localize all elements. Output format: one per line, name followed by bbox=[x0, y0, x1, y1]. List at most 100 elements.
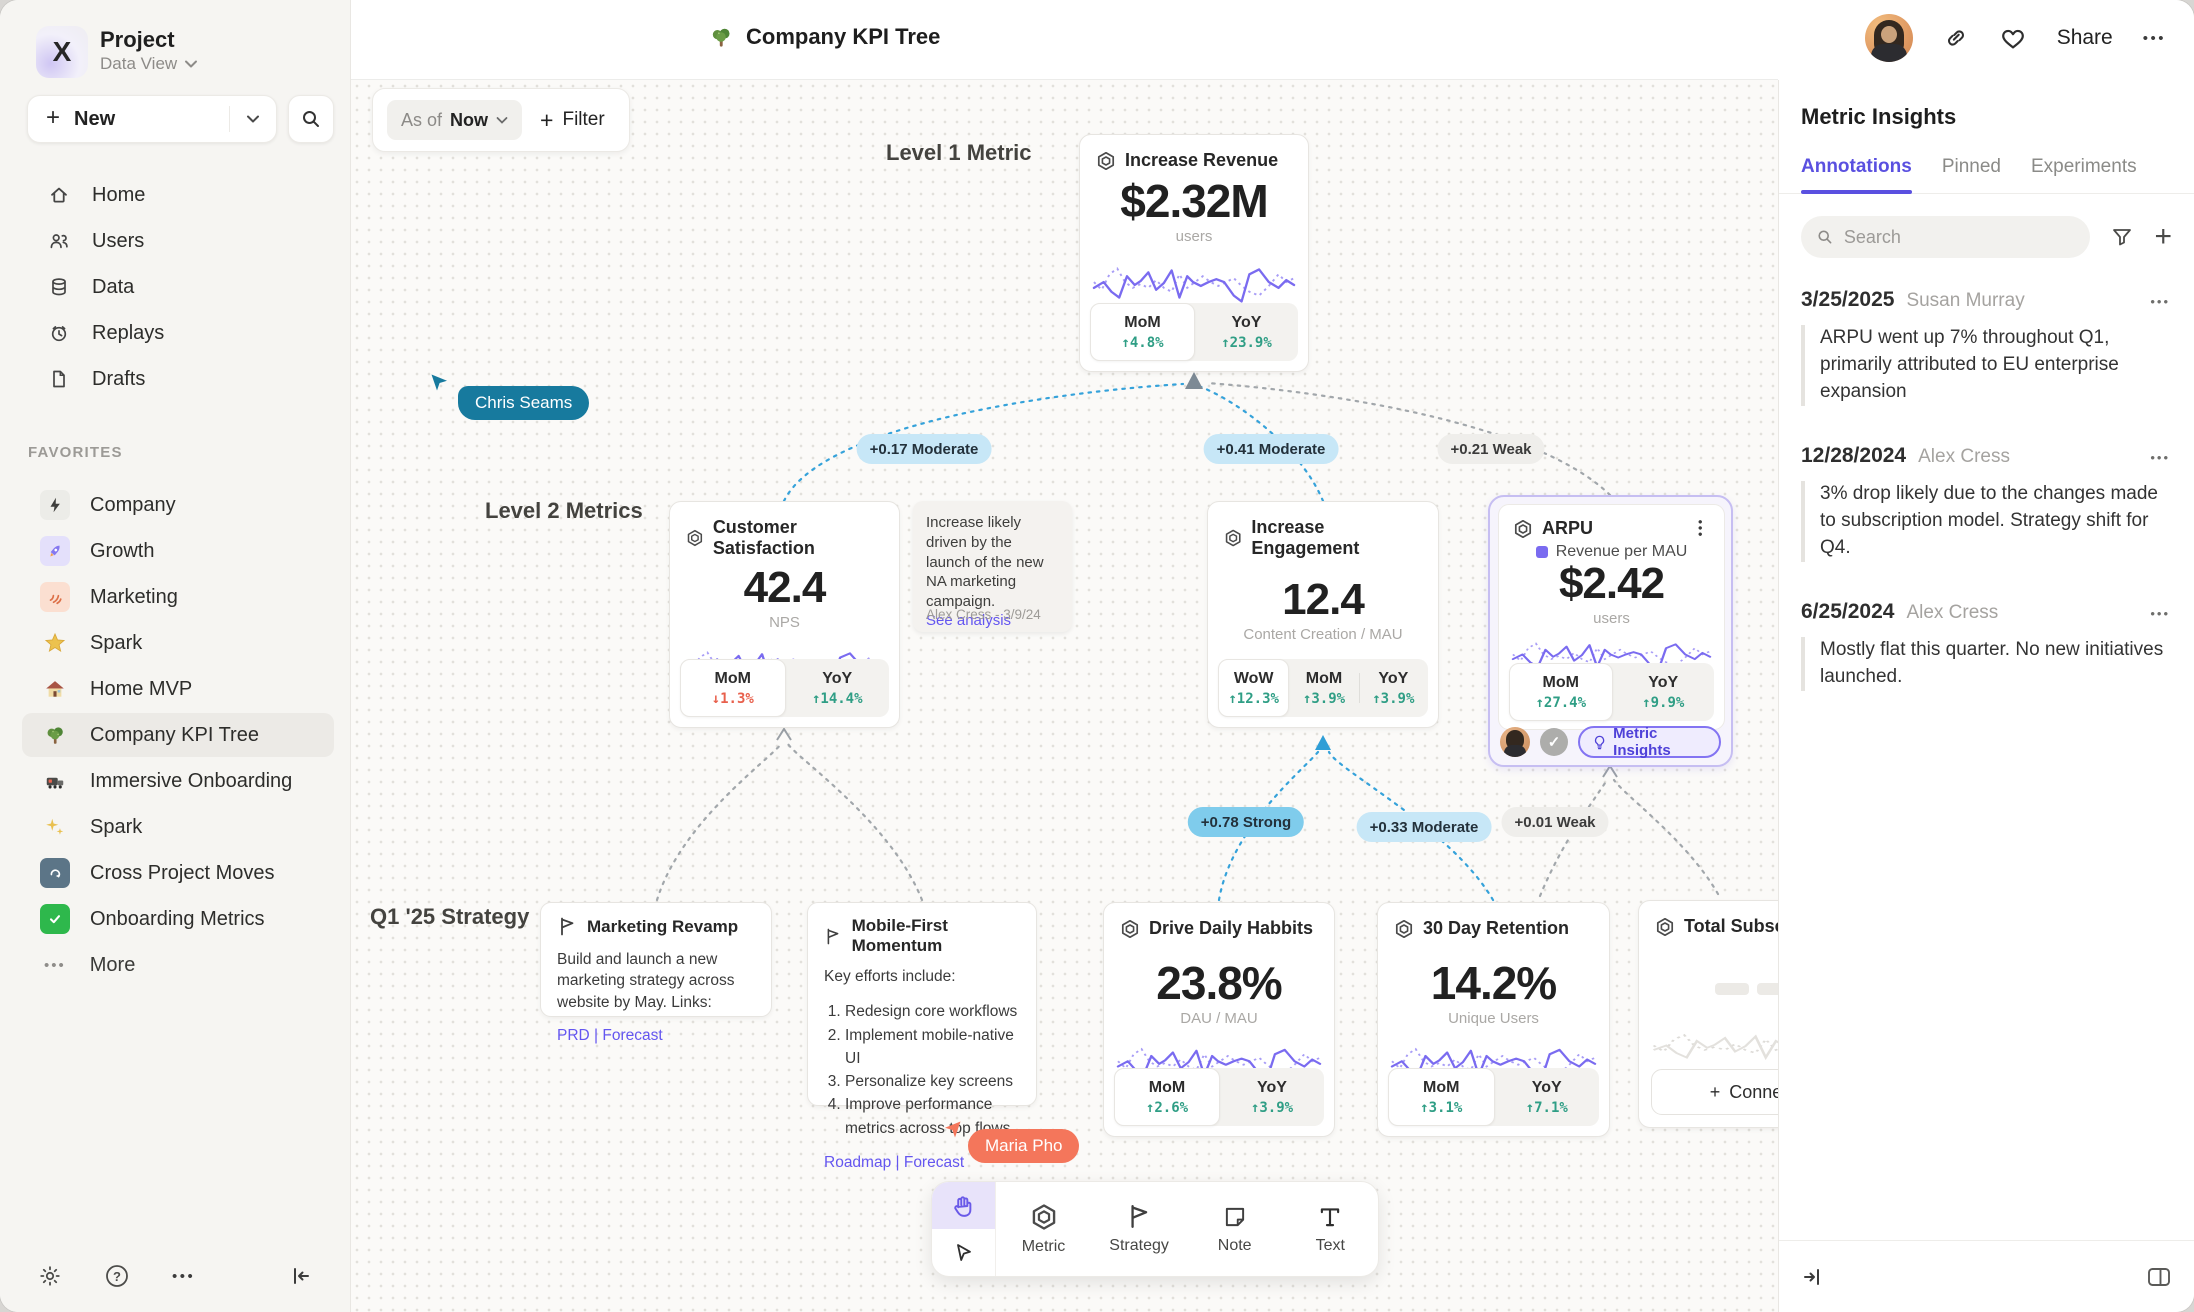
tab-experiments[interactable]: Experiments bbox=[2031, 156, 2137, 193]
app-window: X Project Data View + New Home Users bbox=[0, 0, 2194, 1312]
annotation-item[interactable]: 12/28/2024 Alex Cress ••• 3% drop likely… bbox=[1801, 444, 2170, 562]
canvas-toolbar: Metric Strategy Note Text bbox=[931, 1181, 1379, 1277]
split-view-icon[interactable] bbox=[2146, 1265, 2172, 1289]
metric-tool-button[interactable]: Metric bbox=[996, 1182, 1092, 1276]
stat-yoy[interactable]: YoY↑7.1% bbox=[1495, 1068, 1600, 1126]
sidebar-footer: ? ••• bbox=[0, 1240, 350, 1312]
search-icon bbox=[300, 108, 322, 130]
canvas-annotation-note[interactable]: Increase likely driven by the launch of … bbox=[913, 501, 1072, 632]
metric-card-total-subscriptions[interactable]: Total Subscript +Connect bbox=[1638, 900, 1778, 1128]
stat-yoy[interactable]: YoY↑14.4% bbox=[786, 659, 890, 717]
cursor-name-label: Chris Seams bbox=[458, 386, 589, 420]
metric-card-increase-revenue[interactable]: Increase Revenue $2.32M users MoM↑4.8% Y… bbox=[1079, 134, 1309, 372]
sidebar-item-immersive-onboarding[interactable]: Immersive Onboarding bbox=[0, 758, 350, 804]
filter-button[interactable]: + Filter bbox=[540, 107, 605, 134]
database-icon bbox=[48, 276, 70, 298]
text-tool-button[interactable]: Text bbox=[1282, 1182, 1378, 1276]
sidebar-item-cross-project-moves[interactable]: Cross Project Moves bbox=[0, 850, 350, 896]
sidebar-item-home[interactable]: Home bbox=[0, 172, 350, 218]
kebab-menu-icon[interactable]: ••• bbox=[1694, 519, 1708, 538]
sidebar-item-spark[interactable]: Spark bbox=[0, 620, 350, 666]
annotations-search[interactable] bbox=[1801, 216, 2090, 258]
annotation-item[interactable]: 6/25/2024 Alex Cress ••• Mostly flat thi… bbox=[1801, 600, 2170, 691]
share-button[interactable]: Share bbox=[2057, 26, 2113, 50]
ellipsis-icon[interactable]: ••• bbox=[2150, 450, 2170, 465]
more-options-icon[interactable]: ••• bbox=[2143, 30, 2166, 47]
stat-yoy[interactable]: YoY↑3.9% bbox=[1220, 1068, 1324, 1126]
placeholder-bars bbox=[1639, 983, 1778, 995]
filter-funnel-icon[interactable] bbox=[2110, 225, 2134, 249]
add-annotation-icon[interactable]: + bbox=[2154, 220, 2172, 254]
tab-pinned[interactable]: Pinned bbox=[1942, 156, 2001, 193]
stat-yoy[interactable]: YoY↑3.9% bbox=[1359, 659, 1428, 717]
stat-mom[interactable]: MoM↓1.3% bbox=[680, 659, 786, 717]
sidebar-item-home-mvp[interactable]: Home MVP bbox=[0, 666, 350, 712]
chevron-down-icon bbox=[496, 116, 508, 125]
connect-data-button[interactable]: +Connect bbox=[1651, 1069, 1778, 1115]
sidebar-search-button[interactable] bbox=[288, 95, 334, 143]
sidebar-item-company-kpi-tree[interactable]: Company KPI Tree bbox=[0, 712, 350, 758]
users-icon bbox=[48, 230, 70, 252]
sidebar-item-company[interactable]: Company bbox=[0, 482, 350, 528]
settings-gear-icon[interactable] bbox=[38, 1264, 62, 1288]
metric-card-increase-engagement[interactable]: Increase Engagement 12.4 Content Creatio… bbox=[1207, 501, 1439, 728]
collapse-panel-icon[interactable] bbox=[1801, 1265, 1825, 1289]
metric-hexagon-icon bbox=[1120, 919, 1140, 939]
annotations-list: 3/25/2025 Susan Murray ••• ARPU went up … bbox=[1779, 258, 2194, 691]
metric-card-arpu-selected[interactable]: ARPU ••• Revenue per MAU $2.42 users MoM… bbox=[1488, 495, 1733, 767]
chevron-down-icon bbox=[184, 59, 198, 69]
stat-mom[interactable]: MoM↑2.6% bbox=[1114, 1068, 1220, 1126]
metric-card-30-day-retention[interactable]: 30 Day Retention 14.2% Unique Users MoM↑… bbox=[1377, 902, 1610, 1137]
strategy-note-mobile-first-momentum[interactable]: Mobile-First Momentum Key efforts includ… bbox=[807, 902, 1037, 1106]
stat-yoy[interactable]: YoY↑9.9% bbox=[1613, 663, 1715, 721]
metric-card-customer-satisfaction[interactable]: Customer Satisfaction 42.4 NPS MoM↓1.3% … bbox=[669, 501, 900, 728]
copy-link-icon[interactable] bbox=[1943, 25, 1969, 51]
stat-mom[interactable]: MoM↑27.4% bbox=[1509, 663, 1613, 721]
kpi-tree-canvas[interactable]: As of Now + Filter Level 1 Metric Level … bbox=[351, 80, 1778, 1312]
note-tool-button[interactable]: Note bbox=[1187, 1182, 1283, 1276]
metric-unit: users bbox=[1499, 610, 1724, 627]
metric-insights-chip[interactable]: Metric Insights bbox=[1578, 726, 1721, 758]
help-icon[interactable]: ? bbox=[104, 1263, 130, 1289]
note-links[interactable]: PRD | Forecast bbox=[557, 1027, 755, 1045]
ellipsis-icon[interactable]: ••• bbox=[2150, 294, 2170, 309]
new-button[interactable]: + New bbox=[27, 95, 277, 143]
annotation-item[interactable]: 3/25/2025 Susan Murray ••• ARPU went up … bbox=[1801, 288, 2170, 406]
as-of-selector[interactable]: As of Now bbox=[387, 100, 522, 140]
swirl-icon bbox=[40, 858, 70, 888]
metric-card-drive-daily-habbits[interactable]: Drive Daily Habbits 23.8% DAU / MAU MoM↑… bbox=[1103, 902, 1335, 1137]
sidebar-item-growth[interactable]: Growth bbox=[0, 528, 350, 574]
sidebar-item-onboarding-metrics[interactable]: Onboarding Metrics bbox=[0, 896, 350, 942]
flag-icon bbox=[1126, 1203, 1152, 1230]
stat-yoy[interactable]: YoY↑23.9% bbox=[1195, 303, 1298, 361]
sidebar-item-users[interactable]: Users bbox=[0, 218, 350, 264]
strategy-tool-button[interactable]: Strategy bbox=[1091, 1182, 1187, 1276]
sidebar-item-drafts[interactable]: Drafts bbox=[0, 356, 350, 402]
sidebar-more-options-icon[interactable]: ••• bbox=[172, 1268, 195, 1285]
new-dropdown-chevron-icon[interactable] bbox=[230, 114, 276, 124]
note-links[interactable]: Roadmap | Forecast bbox=[824, 1154, 1020, 1172]
ellipsis-icon[interactable]: ••• bbox=[2150, 606, 2170, 621]
sidebar-item-more[interactable]: ••• More bbox=[0, 942, 350, 988]
sidebar: X Project Data View + New Home Users bbox=[0, 0, 351, 1312]
search-input[interactable] bbox=[1844, 227, 2076, 248]
select-tool-button[interactable] bbox=[932, 1229, 995, 1276]
stat-mom[interactable]: MoM↑4.8% bbox=[1090, 303, 1195, 361]
collaborator-avatar[interactable] bbox=[1500, 727, 1530, 757]
sidebar-item-data[interactable]: Data bbox=[0, 264, 350, 310]
user-avatar[interactable] bbox=[1865, 14, 1913, 62]
tab-annotations[interactable]: Annotations bbox=[1801, 156, 1912, 193]
workspace-logo[interactable]: X bbox=[36, 26, 88, 78]
collapse-sidebar-icon[interactable] bbox=[288, 1264, 312, 1288]
sidebar-item-replays[interactable]: Replays bbox=[0, 310, 350, 356]
favorite-heart-icon[interactable] bbox=[1999, 25, 2027, 51]
stat-mom[interactable]: MoM↑3.9% bbox=[1289, 659, 1358, 717]
sidebar-item-spark-2[interactable]: Spark bbox=[0, 804, 350, 850]
hand-tool-button[interactable] bbox=[932, 1182, 995, 1229]
project-view-switcher[interactable]: Data View bbox=[100, 54, 198, 74]
strategy-note-marketing-revamp[interactable]: Marketing Revamp Build and launch a new … bbox=[540, 902, 772, 1017]
sidebar-item-marketing[interactable]: Marketing bbox=[0, 574, 350, 620]
stat-wow[interactable]: WoW↑12.3% bbox=[1218, 659, 1289, 717]
stat-mom[interactable]: MoM↑3.1% bbox=[1388, 1068, 1495, 1126]
edge-label: +0.33 Moderate bbox=[1357, 812, 1492, 842]
